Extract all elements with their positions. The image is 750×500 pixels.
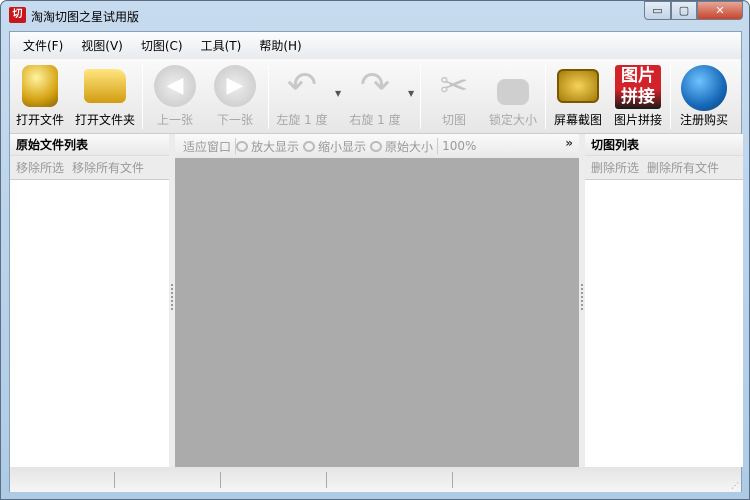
app-window: 切 淘淘切图之星试用版 ▭ ▢ ✕ 文件(F) 视图(V) 切图(C) 工具(T…	[0, 0, 750, 500]
minimize-button[interactable]: ▭	[644, 1, 671, 20]
rotate-left-label: 左旋 1 度	[276, 113, 328, 127]
scissors-icon: ✂	[439, 66, 469, 106]
original-size-button[interactable]: 原始大小	[385, 138, 437, 155]
cut-button[interactable]: ✂ 切图	[424, 63, 484, 131]
lock-size-button[interactable]: 锁定大小	[483, 63, 543, 131]
status-divider	[326, 472, 327, 488]
client-area: 文件(F) 视图(V) 切图(C) 工具(T) 帮助(H) 打开文件 打开文件夹…	[9, 31, 743, 492]
file-icon	[22, 65, 58, 107]
cut-list-panel: 切图列表 删除所选 删除所有文件	[585, 134, 743, 467]
toolbar-separator	[142, 65, 143, 129]
rotate-right-button[interactable]: ↷ 右旋 1 度	[345, 63, 405, 131]
lock-size-label: 锁定大小	[488, 113, 537, 127]
status-divider	[220, 472, 221, 488]
menu-file[interactable]: 文件(F)	[14, 37, 72, 54]
toolbar-separator	[670, 65, 671, 129]
stitch-label: 图片拼接	[613, 113, 662, 127]
title-bar: 切 淘淘切图之星试用版 ▭ ▢ ✕	[1, 1, 749, 31]
window-title: 淘淘切图之星试用版	[31, 10, 140, 24]
rotate-right-label: 右旋 1 度	[349, 113, 401, 127]
toolbar-separator	[268, 65, 269, 129]
status-divider	[452, 472, 453, 488]
rotate-left-button[interactable]: ↶ 左旋 1 度	[272, 63, 332, 131]
globe-icon	[681, 65, 727, 111]
remove-all-button[interactable]: 移除所有文件	[68, 159, 148, 176]
menu-bar: 文件(F) 视图(V) 切图(C) 工具(T) 帮助(H)	[10, 32, 741, 59]
arrow-right-icon: ▶	[214, 65, 256, 107]
screenshot-button[interactable]: 屏幕截图	[548, 63, 608, 131]
next-image-button[interactable]: ▶ 下一张	[205, 63, 265, 131]
fit-window-button[interactable]: 适应窗口	[179, 138, 235, 155]
status-divider	[114, 472, 115, 488]
zoom-out-button[interactable]: 缩小显示	[318, 138, 370, 155]
delete-all-button[interactable]: 删除所有文件	[643, 159, 723, 176]
source-file-panel-title: 原始文件列表	[10, 134, 169, 156]
zoom-level: 100%	[442, 139, 477, 153]
rotate-left-icon: ↶	[286, 65, 318, 106]
menu-help[interactable]: 帮助(H)	[250, 37, 310, 54]
zoom-in-icon	[236, 140, 249, 152]
register-buy-button[interactable]: 注册购买	[674, 63, 734, 131]
delete-selected-button[interactable]: 删除所选	[587, 159, 643, 176]
maximize-button[interactable]: ▢	[671, 1, 697, 20]
status-bar: ⋰	[10, 467, 741, 492]
source-file-list[interactable]	[10, 180, 169, 467]
open-folder-button[interactable]: 打开文件夹	[75, 63, 135, 131]
view-toolbar: 适应窗口 放大显示 缩小显示 原始大小 100% »	[175, 134, 579, 158]
zoom-out-icon	[303, 140, 316, 152]
arrow-left-icon: ◀	[154, 65, 196, 107]
remove-selected-button[interactable]: 移除所选	[12, 159, 68, 176]
cut-list-panel-title: 切图列表	[585, 134, 743, 156]
more-chevron-icon[interactable]: »	[565, 136, 573, 150]
resize-grip-icon[interactable]: ⋰	[731, 481, 739, 490]
menu-view[interactable]: 视图(V)	[72, 37, 132, 54]
rotate-right-icon: ↷	[359, 65, 391, 106]
register-label: 注册购买	[679, 113, 728, 127]
toolbar-separator	[420, 65, 421, 129]
toolbar-separator	[545, 65, 546, 129]
zoom-in-button[interactable]: 放大显示	[251, 138, 303, 155]
lock-icon	[497, 79, 529, 105]
screenshot-icon	[557, 69, 599, 103]
prev-image-button[interactable]: ◀ 上一张	[145, 63, 205, 131]
image-view-panel: 适应窗口 放大显示 缩小显示 原始大小 100% »	[175, 134, 579, 467]
image-canvas[interactable]	[175, 158, 579, 467]
close-button[interactable]: ✕	[697, 1, 743, 20]
prev-label: 上一张	[156, 113, 193, 127]
original-size-icon	[370, 140, 383, 152]
open-file-button[interactable]: 打开文件	[10, 63, 70, 131]
toolbar: 打开文件 打开文件夹 ◀ 上一张 ▶ 下一张 ↶ 左旋 1 度 ▼ ↷ 右旋 1…	[10, 59, 741, 134]
source-file-panel: 原始文件列表 移除所选 移除所有文件	[10, 134, 169, 467]
open-folder-label: 打开文件夹	[75, 113, 136, 127]
app-logo-icon: 切	[9, 7, 26, 23]
cut-label: 切图	[441, 113, 466, 127]
menu-cut[interactable]: 切图(C)	[132, 37, 192, 54]
stitch-icon: 图片拼接	[615, 65, 661, 109]
rotate-right-dropdown-icon[interactable]: ▼	[408, 89, 414, 98]
folder-icon	[84, 69, 126, 103]
open-file-label: 打开文件	[15, 113, 64, 127]
cut-list[interactable]	[585, 180, 743, 467]
menu-tools[interactable]: 工具(T)	[192, 37, 251, 54]
next-label: 下一张	[216, 113, 253, 127]
rotate-left-dropdown-icon[interactable]: ▼	[335, 89, 341, 98]
screenshot-label: 屏幕截图	[553, 113, 602, 127]
stitch-button[interactable]: 图片拼接 图片拼接	[608, 63, 668, 131]
